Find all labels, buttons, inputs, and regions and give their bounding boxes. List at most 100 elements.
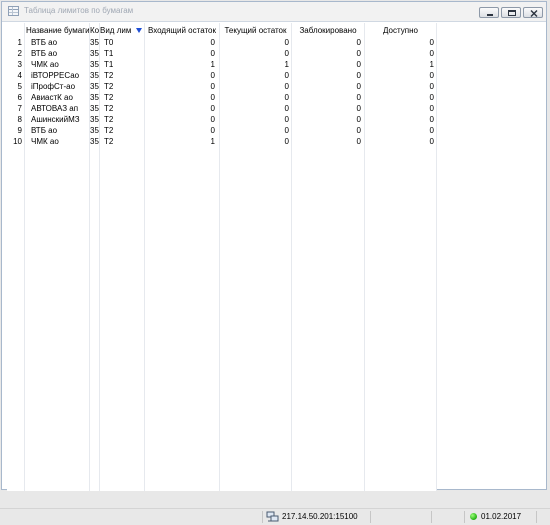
cell-code[interactable]: 35 <box>90 48 99 59</box>
cell-current[interactable]: 0 <box>220 125 289 136</box>
cell-available[interactable]: 0 <box>365 125 434 136</box>
cell-available[interactable]: 0 <box>365 70 434 81</box>
cell-num[interactable]: 7 <box>7 103 22 114</box>
cell-current[interactable]: 0 <box>220 136 289 147</box>
cell-num[interactable]: 5 <box>7 81 22 92</box>
column-header-name[interactable]: Название бумаги <box>26 26 89 36</box>
cell-current[interactable]: 0 <box>220 114 289 125</box>
cell-code[interactable]: 35 <box>90 114 99 125</box>
cell-current[interactable]: 0 <box>220 92 289 103</box>
cell-name[interactable]: ЧМК ао <box>31 136 89 147</box>
cell-limit-type[interactable]: T2 <box>104 125 142 136</box>
table-row[interactable]: 4 iВТОРРЕСао 35 T2 0 0 0 0 <box>7 70 437 81</box>
cell-current[interactable]: 0 <box>220 81 289 92</box>
cell-available[interactable]: 1 <box>365 59 434 70</box>
cell-name[interactable]: ЧМК ао <box>31 59 89 70</box>
limits-table[interactable]: Название бумаги Ко Вид лим Входящий оста… <box>7 23 437 491</box>
cell-incoming[interactable]: 0 <box>145 103 215 114</box>
cell-incoming[interactable]: 0 <box>145 37 215 48</box>
minimize-button[interactable] <box>479 7 499 18</box>
cell-limit-type[interactable]: T2 <box>104 70 142 81</box>
cell-name[interactable]: АвиастК ао <box>31 92 89 103</box>
cell-num[interactable]: 3 <box>7 59 22 70</box>
cell-name[interactable]: АВТОВАЗ ап <box>31 103 89 114</box>
cell-incoming[interactable]: 0 <box>145 81 215 92</box>
table-row[interactable]: 3 ЧМК ао 35 T1 1 1 0 1 <box>7 59 437 70</box>
cell-code[interactable]: 35 <box>90 125 99 136</box>
cell-limit-type[interactable]: T1 <box>104 48 142 59</box>
cell-num[interactable]: 2 <box>7 48 22 59</box>
table-row[interactable]: 7 АВТОВАЗ ап 35 T2 0 0 0 0 <box>7 103 437 114</box>
column-header-blocked[interactable]: Заблокировано <box>292 26 364 36</box>
cell-limit-type[interactable]: T0 <box>104 37 142 48</box>
table-row[interactable]: 9 ВТБ ао 35 T2 0 0 0 0 <box>7 125 437 136</box>
cell-incoming[interactable]: 1 <box>145 59 215 70</box>
cell-num[interactable]: 6 <box>7 92 22 103</box>
cell-limit-type[interactable]: T2 <box>104 114 142 125</box>
cell-code[interactable]: 35 <box>90 103 99 114</box>
cell-incoming[interactable]: 0 <box>145 70 215 81</box>
cell-name[interactable]: iВТОРРЕСао <box>31 70 89 81</box>
close-button[interactable] <box>523 7 543 18</box>
cell-incoming[interactable]: 0 <box>145 48 215 59</box>
cell-blocked[interactable]: 0 <box>292 103 361 114</box>
maximize-button[interactable] <box>501 7 521 18</box>
cell-blocked[interactable]: 0 <box>292 81 361 92</box>
cell-name[interactable]: ВТБ ао <box>31 125 89 136</box>
cell-available[interactable]: 0 <box>365 48 434 59</box>
table-row[interactable]: 10 ЧМК ао 35 T2 1 0 0 0 <box>7 136 437 147</box>
cell-limit-type[interactable]: T2 <box>104 81 142 92</box>
cell-name[interactable]: АшинскийМЗ <box>31 114 89 125</box>
cell-available[interactable]: 0 <box>365 103 434 114</box>
cell-limit-type[interactable]: T2 <box>104 92 142 103</box>
cell-available[interactable]: 0 <box>365 81 434 92</box>
table-row[interactable]: 6 АвиастК ао 35 T2 0 0 0 0 <box>7 92 437 103</box>
cell-code[interactable]: 35 <box>90 81 99 92</box>
cell-current[interactable]: 0 <box>220 48 289 59</box>
cell-code[interactable]: 35 <box>90 136 99 147</box>
cell-incoming[interactable]: 0 <box>145 125 215 136</box>
cell-num[interactable]: 1 <box>7 37 22 48</box>
sort-descending-icon[interactable] <box>135 27 143 35</box>
cell-incoming[interactable]: 1 <box>145 136 215 147</box>
cell-code[interactable]: 35 <box>90 70 99 81</box>
column-header-limit-type[interactable]: Вид лим <box>100 26 134 36</box>
cell-num[interactable]: 9 <box>7 125 22 136</box>
cell-name[interactable]: ВТБ ао <box>31 48 89 59</box>
cell-blocked[interactable]: 0 <box>292 59 361 70</box>
cell-blocked[interactable]: 0 <box>292 37 361 48</box>
cell-num[interactable]: 10 <box>7 136 22 147</box>
cell-name[interactable]: ВТБ ао <box>31 37 89 48</box>
column-header-available[interactable]: Доступно <box>365 26 436 36</box>
table-row[interactable]: 8 АшинскийМЗ 35 T2 0 0 0 0 <box>7 114 437 125</box>
cell-blocked[interactable]: 0 <box>292 70 361 81</box>
cell-code[interactable]: 35 <box>90 37 99 48</box>
cell-blocked[interactable]: 0 <box>292 92 361 103</box>
cell-available[interactable]: 0 <box>365 92 434 103</box>
cell-limit-type[interactable]: T1 <box>104 59 142 70</box>
cell-blocked[interactable]: 0 <box>292 136 361 147</box>
cell-blocked[interactable]: 0 <box>292 125 361 136</box>
cell-incoming[interactable]: 0 <box>145 92 215 103</box>
cell-available[interactable]: 0 <box>365 37 434 48</box>
cell-num[interactable]: 4 <box>7 70 22 81</box>
cell-available[interactable]: 0 <box>365 136 434 147</box>
cell-limit-type[interactable]: T2 <box>104 103 142 114</box>
cell-name[interactable]: iПрофСт-ао <box>31 81 89 92</box>
table-row[interactable]: 1 ВТБ ао 35 T0 0 0 0 0 <box>7 37 437 48</box>
table-row[interactable]: 2 ВТБ ао 35 T1 0 0 0 0 <box>7 48 437 59</box>
cell-num[interactable]: 8 <box>7 114 22 125</box>
table-row[interactable]: 5 iПрофСт-ао 35 T2 0 0 0 0 <box>7 81 437 92</box>
column-header-current[interactable]: Текущий остаток <box>220 26 291 36</box>
cell-available[interactable]: 0 <box>365 114 434 125</box>
cell-current[interactable]: 1 <box>220 59 289 70</box>
cell-code[interactable]: 35 <box>90 92 99 103</box>
cell-blocked[interactable]: 0 <box>292 114 361 125</box>
column-header-num[interactable] <box>7 26 23 36</box>
cell-limit-type[interactable]: T2 <box>104 136 142 147</box>
column-header-incoming[interactable]: Входящий остаток <box>145 26 219 36</box>
cell-current[interactable]: 0 <box>220 70 289 81</box>
cell-current[interactable]: 0 <box>220 103 289 114</box>
window-titlebar[interactable]: Таблица лимитов по бумагам <box>2 2 546 22</box>
cell-blocked[interactable]: 0 <box>292 48 361 59</box>
